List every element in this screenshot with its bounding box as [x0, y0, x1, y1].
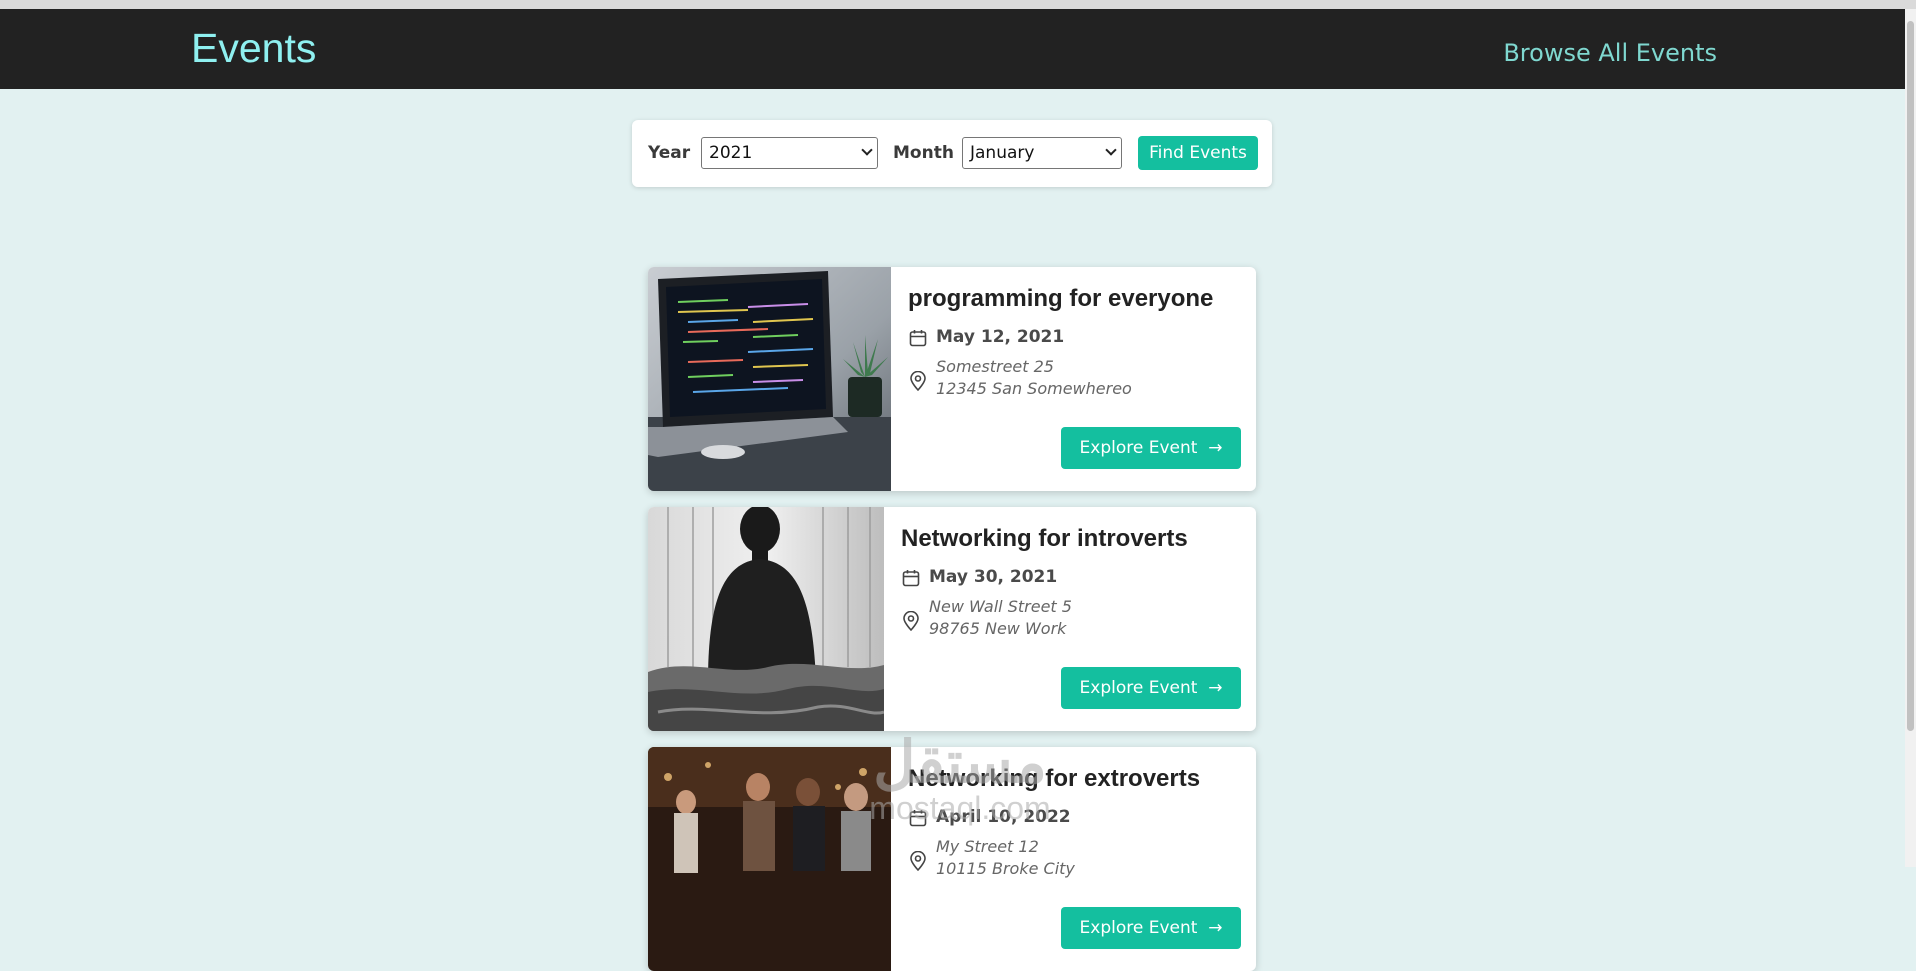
arrow-right-icon: → [1202, 678, 1223, 698]
explore-event-label: Explore Event [1079, 678, 1198, 698]
address-line-2: 10115 Broke City [936, 859, 1075, 878]
event-title: programming for everyone [908, 285, 1214, 312]
scrollbar[interactable] [1905, 9, 1916, 867]
event-address: New Wall Street 5 98765 New Work [929, 596, 1072, 640]
chevron-down-icon [861, 144, 873, 156]
event-title: Networking for introverts [901, 525, 1188, 552]
month-label: Month [893, 143, 954, 163]
event-address: Somestreet 25 12345 San Somewhereo [936, 356, 1132, 400]
explore-event-label: Explore Event [1079, 918, 1198, 938]
address-line-1: My Street 12 [936, 837, 1039, 856]
explore-event-label: Explore Event [1079, 438, 1198, 458]
event-image-person-silhouette[interactable] [648, 507, 884, 731]
address-line-1: Somestreet 25 [936, 357, 1054, 376]
location-pin-icon [910, 851, 926, 871]
watermark-arabic: مستقل [873, 730, 1047, 795]
scrollbar-thumb[interactable] [1907, 21, 1914, 731]
address-line-2: 12345 San Somewhereo [936, 379, 1132, 398]
event-date: May 30, 2021 [929, 567, 1058, 587]
logo[interactable]: Events [191, 25, 316, 72]
calendar-icon [902, 570, 920, 587]
event-image-laptop-code[interactable] [648, 267, 891, 491]
year-label: Year [648, 143, 691, 163]
chevron-down-icon [1105, 144, 1117, 156]
arrow-right-icon: → [1202, 438, 1223, 458]
explore-event-button[interactable]: Explore Event → [1061, 667, 1241, 709]
address-line-2: 98765 New Work [929, 619, 1067, 638]
event-filter-form: Year 2021 Month January Find Events [632, 120, 1272, 187]
find-events-button[interactable]: Find Events [1138, 136, 1258, 170]
location-pin-icon [903, 611, 919, 631]
event-card: Networking for introverts May 30, 2021 N… [648, 507, 1256, 731]
location-pin-icon [910, 371, 926, 391]
browse-all-events-link[interactable]: Browse All Events [1503, 39, 1717, 67]
year-select-value: 2021 [709, 143, 753, 163]
month-select-value: January [970, 143, 1035, 163]
browser-top-strip [0, 0, 1916, 9]
year-select[interactable]: 2021 [701, 137, 878, 169]
site-header: Events Browse All Events [0, 9, 1905, 89]
watermark-latin: mostaql.com [869, 790, 1051, 826]
arrow-right-icon: → [1202, 918, 1223, 938]
event-card: programming for everyone May 12, 2021 So… [648, 267, 1256, 491]
address-line-1: New Wall Street 5 [929, 597, 1072, 616]
explore-event-button[interactable]: Explore Event → [1061, 427, 1241, 469]
watermark: مستقل mostaql.com [840, 730, 1080, 826]
calendar-icon [909, 330, 927, 347]
explore-event-button[interactable]: Explore Event → [1061, 907, 1241, 949]
month-select[interactable]: January [962, 137, 1122, 169]
event-address: My Street 12 10115 Broke City [936, 836, 1075, 880]
event-date: May 12, 2021 [936, 327, 1065, 347]
